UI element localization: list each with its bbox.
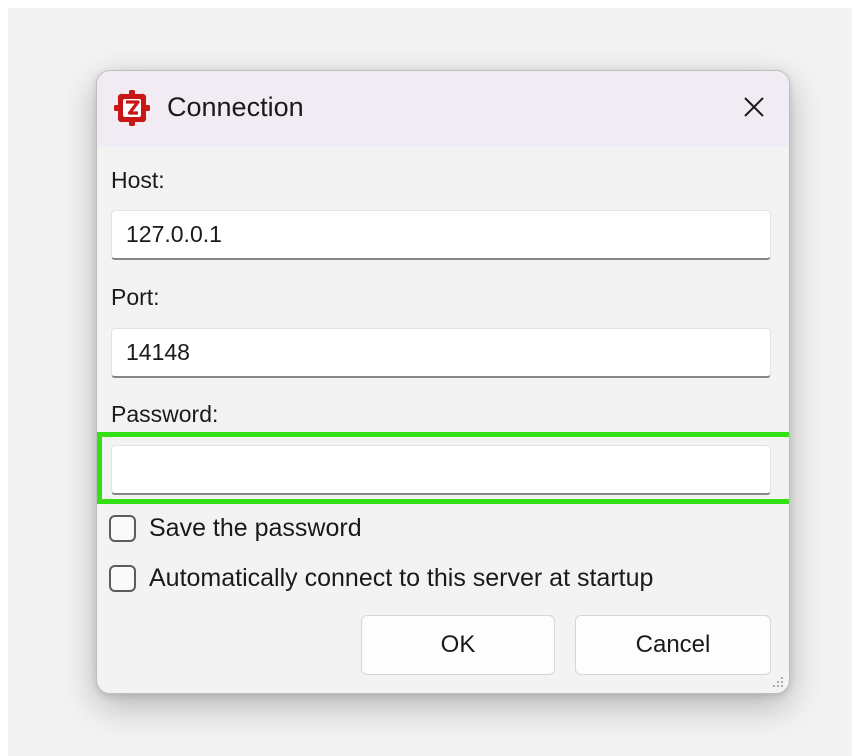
host-label: Host: [111, 167, 165, 193]
close-button[interactable] [719, 71, 789, 147]
desktop-edge-left [0, 0, 8, 756]
ok-button[interactable]: OK [361, 615, 555, 675]
port-label: Port: [111, 284, 160, 310]
host-input[interactable] [111, 210, 771, 260]
auto-connect-checkbox-row[interactable]: Automatically connect to this server at … [109, 564, 653, 593]
save-password-checkbox[interactable] [109, 515, 136, 542]
save-password-checkbox-row[interactable]: Save the password [109, 514, 362, 543]
password-label: Password: [111, 401, 219, 427]
auto-connect-label: Automatically connect to this server at … [149, 564, 654, 592]
close-icon [743, 96, 765, 123]
resize-grip-icon[interactable] [769, 673, 785, 689]
connection-dialog: Connection Host: Port: Password: Save th… [96, 70, 790, 694]
cancel-button[interactable]: Cancel [575, 615, 771, 675]
dialog-titlebar: Connection [97, 71, 789, 147]
desktop-edge-top [0, 0, 852, 8]
dialog-title: Connection [167, 92, 304, 122]
port-input[interactable] [111, 328, 771, 378]
filezilla-server-icon [114, 90, 150, 126]
save-password-label: Save the password [149, 514, 362, 542]
auto-connect-checkbox[interactable] [109, 565, 136, 592]
password-input[interactable] [111, 445, 771, 495]
